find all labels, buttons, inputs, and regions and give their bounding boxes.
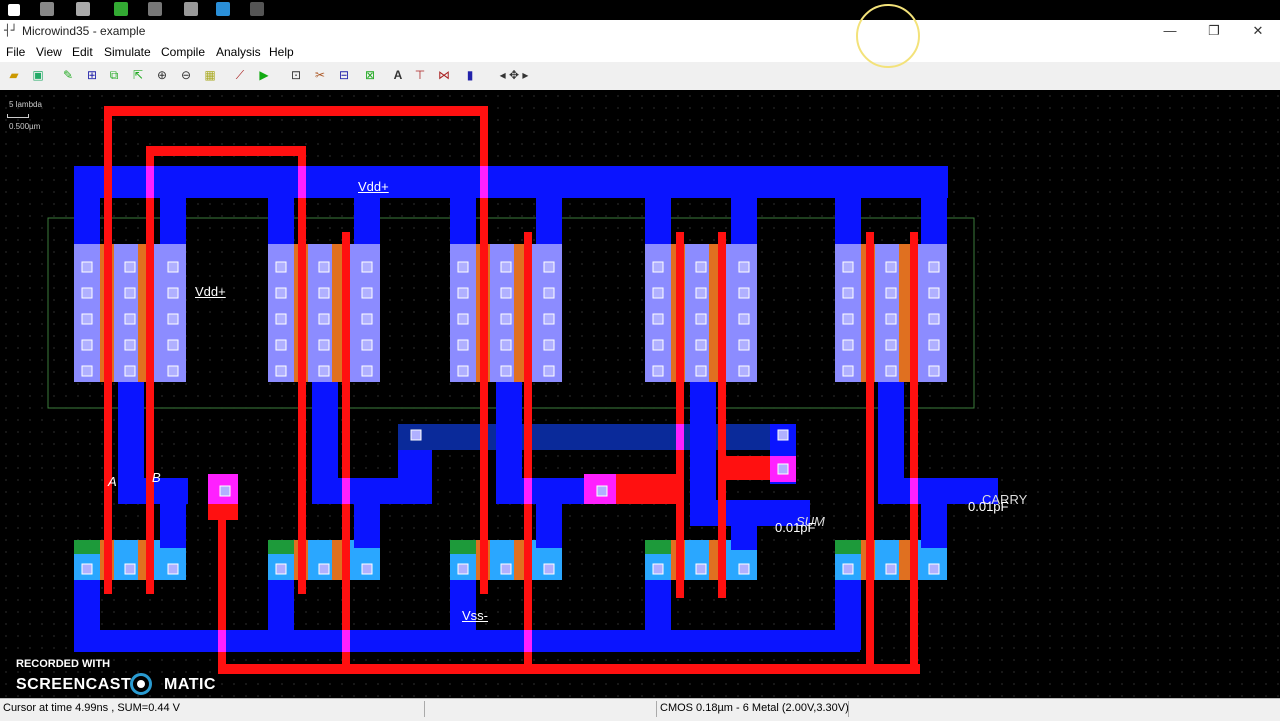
status-separator <box>848 701 849 717</box>
watermark-brand-right: MATIC <box>164 676 216 693</box>
browser-icon[interactable] <box>114 2 128 16</box>
zoom-out-icon[interactable]: ⊖ <box>178 67 194 83</box>
open-icon[interactable]: ▰ <box>6 67 22 83</box>
menu-bar: File View Edit Simulate Compile Analysis… <box>0 42 1280 62</box>
fit-icon[interactable]: ▦ <box>202 67 218 83</box>
measure-icon[interactable]: ⟋ <box>232 67 248 83</box>
protect-icon[interactable]: ⊡ <box>288 67 304 83</box>
status-cursor-info: Cursor at time 4.99ns , SUM=0.44 V <box>3 702 180 714</box>
menu-edit[interactable]: Edit <box>72 45 93 59</box>
arrows-icon[interactable]: ◂ ✥ ▸ <box>494 67 534 83</box>
duplicate-icon[interactable]: ⊟ <box>336 67 352 83</box>
layout-canvas[interactable]: 5 lambda 0.500µm Vdd+ Vdd+ Vss- A B SUM … <box>0 90 1280 698</box>
node-icon[interactable]: ⊤ <box>412 67 428 83</box>
cut-icon[interactable]: ✂ <box>312 67 328 83</box>
menu-simulate[interactable]: Simulate <box>104 45 151 59</box>
label-vss[interactable]: Vss- <box>462 608 488 623</box>
close-button[interactable]: ✕ <box>1236 20 1280 42</box>
save-icon[interactable]: ▣ <box>30 67 46 83</box>
menu-file[interactable]: File <box>6 45 25 59</box>
menu-help[interactable]: Help <box>269 45 294 59</box>
minimize-button[interactable]: — <box>1148 20 1192 42</box>
pen-icon[interactable] <box>40 2 54 16</box>
simulate-icon[interactable]: ▮ <box>462 67 478 83</box>
menu-analysis[interactable]: Analysis <box>216 45 261 59</box>
vdd-rail <box>74 166 948 198</box>
status-bar: Cursor at time 4.99ns , SUM=0.44 V CMOS … <box>0 698 1280 721</box>
watermark-brand-left: SCREENCAST <box>16 676 132 693</box>
copy-icon[interactable]: ⧉ <box>106 67 122 83</box>
label-cap-carry[interactable]: 0.01pF <box>968 499 1008 514</box>
active-app-icon[interactable] <box>250 2 264 16</box>
window-icon[interactable] <box>76 2 90 16</box>
status-separator <box>656 701 657 717</box>
via-icon[interactable]: ⊠ <box>362 67 378 83</box>
layout-drawing <box>47 106 998 674</box>
microwind-icon: ┤┘ <box>4 24 18 37</box>
zoom-in-icon[interactable]: ⊕ <box>154 67 170 83</box>
draw-icon[interactable]: ✎ <box>60 67 76 83</box>
status-separator <box>424 701 425 717</box>
folder-icon[interactable] <box>184 2 198 16</box>
move-icon[interactable]: ⇱ <box>130 67 146 83</box>
mouse-pointer-icon: ⬉ <box>886 28 902 48</box>
watermark-recorded-with: RECORDED WITH <box>16 658 111 670</box>
label-cap-sum[interactable]: 0.01pF <box>775 520 815 535</box>
text-icon[interactable]: A <box>390 67 406 83</box>
toolbar: ▰ ▣ ✎ ⊞ ⧉ ⇱ ⊕ ⊖ ▦ ⟋ ▶ ⊡ ✂ ⊟ ⊠ A ⊤ ⋈ ▮ ◂ … <box>0 62 1280 91</box>
label-input-a[interactable]: A <box>108 474 117 489</box>
run-icon[interactable]: ▶ <box>256 67 272 83</box>
label-input-b[interactable]: B <box>152 470 161 485</box>
store-icon[interactable] <box>148 2 162 16</box>
clock-icon[interactable]: ⋈ <box>436 67 452 83</box>
restore-button[interactable]: ❐ <box>1192 20 1236 42</box>
title-bar: ┤┘ Microwind35 - example — ❐ ✕ <box>0 20 1280 42</box>
status-technology: CMOS 0.18µm - 6 Metal (2.00V,3.30V) <box>660 702 849 714</box>
edge-icon[interactable] <box>216 2 230 16</box>
screencast-logo-dot <box>137 680 145 688</box>
menu-compile[interactable]: Compile <box>161 45 205 59</box>
windows-icon[interactable] <box>8 4 20 16</box>
menu-view[interactable]: View <box>36 45 62 59</box>
taskbar <box>0 0 1280 20</box>
connect-icon[interactable]: ⊞ <box>84 67 100 83</box>
label-vdd-top[interactable]: Vdd+ <box>358 179 389 194</box>
window-title: Microwind35 - example <box>22 24 146 38</box>
label-vdd-well[interactable]: Vdd+ <box>195 284 226 299</box>
